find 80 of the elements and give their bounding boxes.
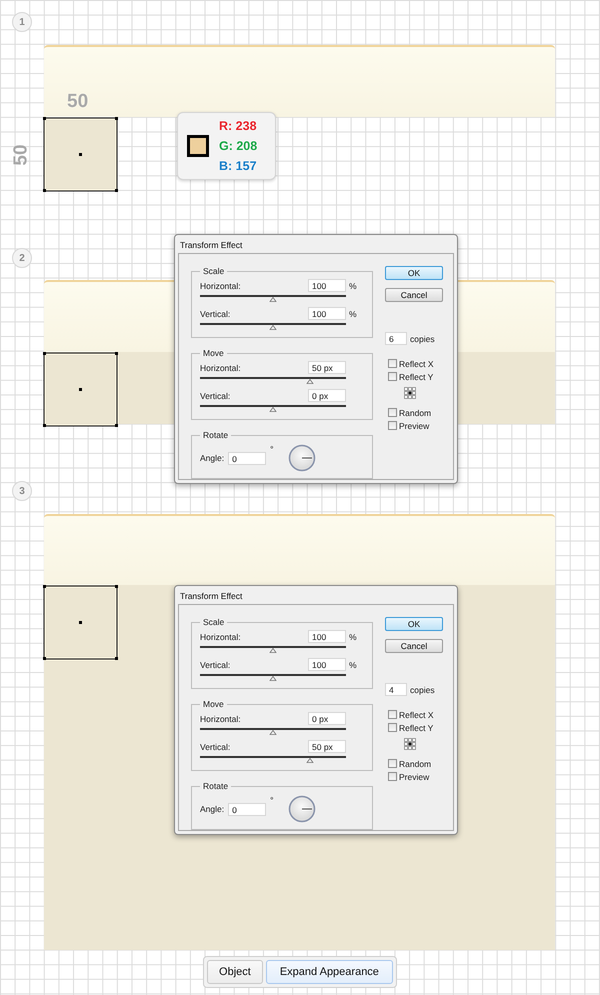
step-number-badge: 3 [12, 481, 32, 501]
checkbox-label[interactable]: Reflect X [399, 710, 434, 720]
checkbox-label[interactable]: Random [399, 758, 432, 768]
ok-button[interactable]: OK [385, 266, 443, 280]
dialog-title: Transform Effect [179, 239, 244, 252]
slider-thumb[interactable] [270, 297, 276, 302]
checkbox-box[interactable] [388, 372, 397, 381]
checkbox-label[interactable]: Preview [399, 772, 430, 782]
reference-point-icon[interactable] [404, 387, 417, 400]
unit-label: % [349, 660, 357, 670]
checkbox-box[interactable] [388, 772, 397, 781]
input-field[interactable]: 0 px [308, 389, 346, 402]
step-number-badge: 1 [12, 12, 32, 32]
field-label: copies [410, 334, 435, 344]
checkbox-label[interactable]: Reflect X [399, 358, 434, 368]
slider-thumb[interactable] [306, 379, 313, 384]
angle-dial-icon[interactable] [288, 444, 316, 472]
checkbox-box[interactable] [388, 723, 397, 732]
checkbox-box[interactable] [388, 421, 397, 430]
input-field[interactable]: 6 [385, 332, 407, 345]
reference-point-icon[interactable] [404, 738, 417, 751]
input-field[interactable]: 100 [308, 630, 346, 643]
expand-appearance-button[interactable]: Expand Appearance [266, 960, 393, 984]
input-field[interactable]: 0 [228, 802, 266, 816]
checkbox-label[interactable]: Preview [399, 420, 430, 430]
step-number-badge: 2 [12, 248, 32, 268]
slider-thumb[interactable] [270, 648, 276, 653]
channel-value: R: 238 [219, 118, 258, 134]
group-label: Move [202, 348, 225, 358]
field-label: Vertical: [200, 308, 232, 318]
input-field[interactable]: 0 px [308, 712, 346, 725]
checkbox-label[interactable]: Random [399, 408, 432, 418]
input-field[interactable]: 100 [308, 307, 346, 320]
field-label: Vertical: [200, 742, 232, 752]
checkbox-box[interactable] [388, 710, 397, 719]
angle-dial-icon[interactable] [288, 795, 316, 823]
object-button[interactable]: Object [207, 960, 263, 984]
field-label: Horizontal: [200, 714, 242, 724]
checkbox-label[interactable]: Reflect Y [399, 372, 434, 382]
slider-thumb[interactable] [306, 758, 313, 763]
field-label: Horizontal: [200, 280, 242, 290]
field-label: Horizontal: [200, 632, 242, 642]
field-label: Angle: [200, 453, 224, 463]
unit-label: ° [270, 795, 274, 805]
field-label: copies [410, 684, 435, 694]
checkbox-box[interactable] [388, 359, 397, 368]
group-label: Rotate [202, 781, 230, 791]
slider-thumb[interactable] [270, 407, 276, 412]
checkbox-box[interactable] [388, 759, 397, 768]
input-field[interactable]: 100 [308, 279, 346, 292]
group-label: Scale [202, 617, 226, 627]
dialog-title: Transform Effect [179, 590, 244, 603]
slider-thumb[interactable] [270, 325, 276, 330]
group-label: Scale [202, 266, 226, 276]
slider-thumb[interactable] [270, 730, 276, 735]
unit-label: % [349, 280, 357, 290]
channel-value: G: 208 [219, 138, 258, 154]
input-field[interactable]: 100 [308, 658, 346, 671]
unit-label: ° [270, 444, 274, 454]
field-label: Horizontal: [200, 362, 242, 372]
dimension-label: 50 [67, 91, 88, 113]
field-label: Vertical: [200, 660, 232, 670]
channel-value: B: 157 [219, 158, 258, 174]
input-field[interactable]: 50 px [308, 740, 346, 753]
field-label: Vertical: [200, 390, 232, 400]
unit-label: % [349, 308, 357, 318]
group-label: Move [202, 699, 225, 709]
input-field[interactable]: 50 px [308, 361, 346, 374]
group-label: Rotate [202, 430, 230, 440]
slider-thumb[interactable] [270, 676, 276, 681]
cancel-button[interactable]: Cancel [385, 288, 443, 302]
checkbox-box[interactable] [388, 408, 397, 417]
ok-button[interactable]: OK [385, 617, 443, 631]
input-field[interactable]: 4 [385, 683, 407, 696]
checkbox-label[interactable]: Reflect Y [399, 722, 434, 732]
unit-label: % [349, 632, 357, 642]
input-field[interactable]: 0 [228, 452, 266, 464]
cancel-button[interactable]: Cancel [385, 639, 443, 653]
field-label: Angle: [200, 804, 224, 814]
dimension-label: 50 [11, 144, 33, 166]
